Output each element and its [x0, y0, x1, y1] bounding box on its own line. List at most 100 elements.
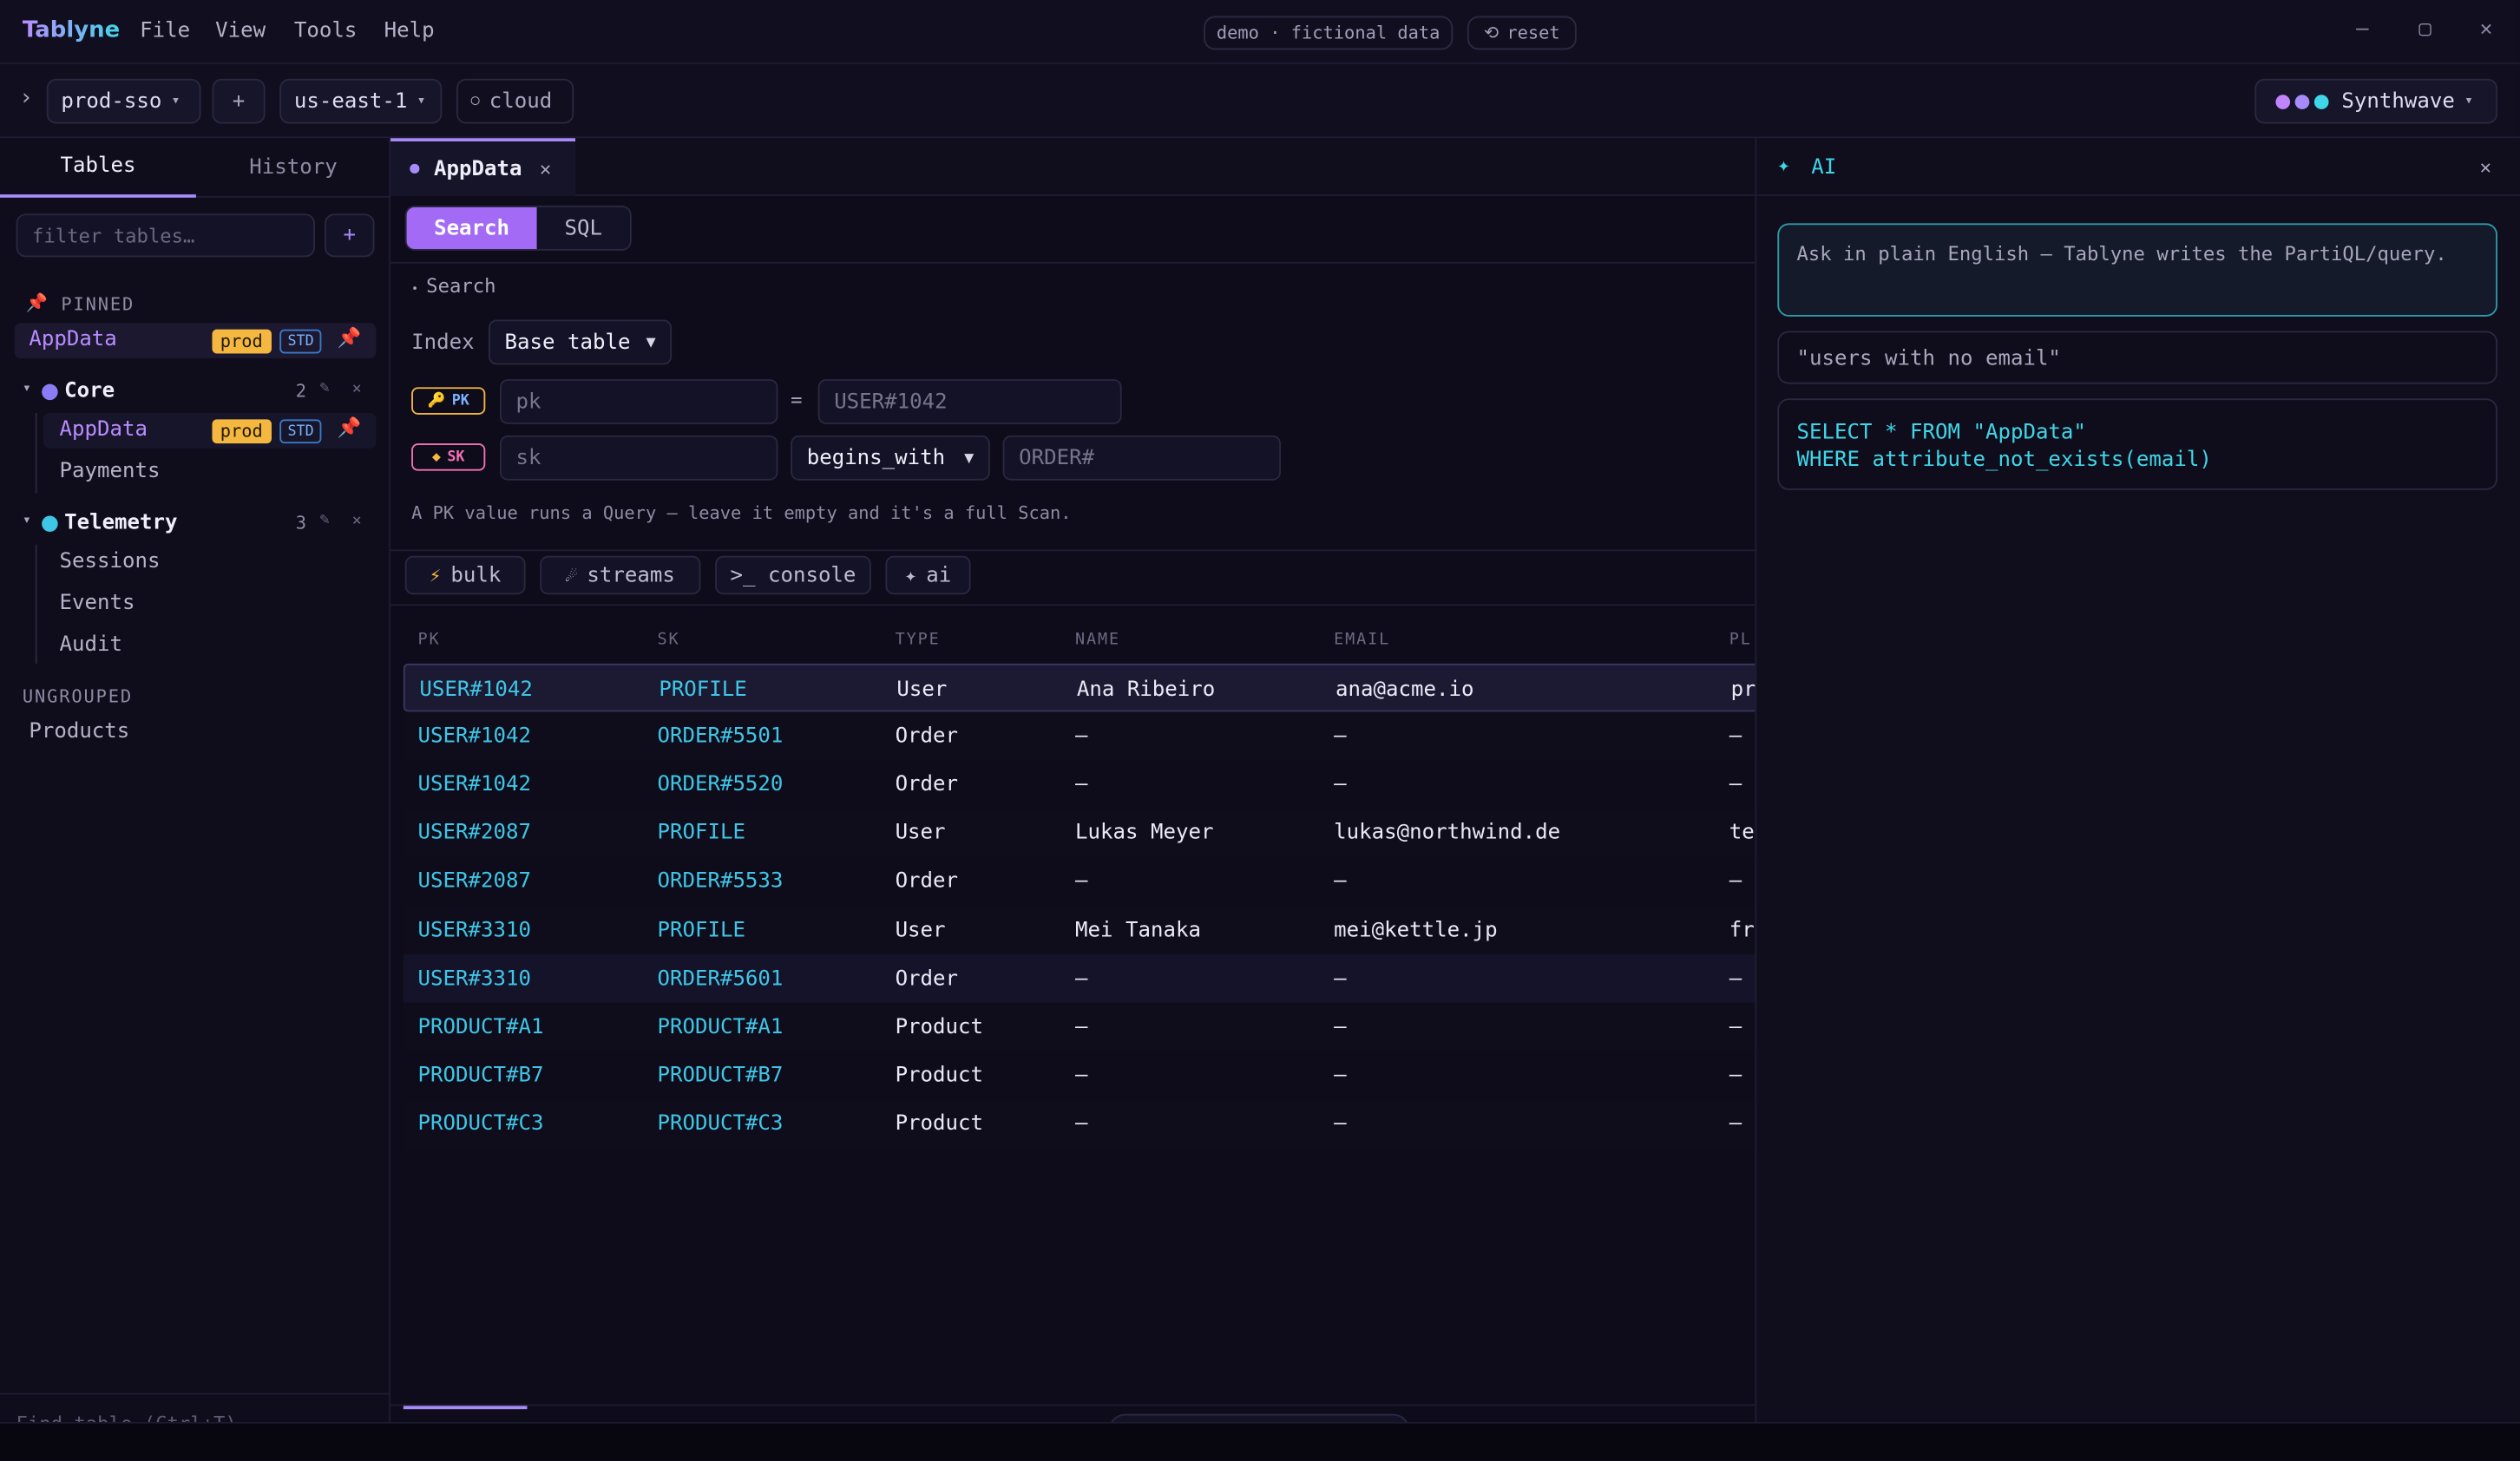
chevron-right-icon[interactable]: › — [19, 85, 33, 111]
tab-history[interactable]: History — [195, 138, 391, 198]
mode-search[interactable]: Search — [406, 206, 537, 250]
sidebar-item-products[interactable]: Products — [29, 720, 129, 744]
table-row[interactable]: USER#1042 PROFILE User Ana Ribeiro ana@acme.… — [403, 663, 1786, 712]
close-icon[interactable]: × — [352, 381, 362, 398]
cell-sk: ORDER#5601 — [657, 966, 784, 992]
cell-email: ana@acme.io — [1335, 677, 1474, 702]
reset-button[interactable]: ⟲ reset — [1467, 16, 1577, 50]
profile-select[interactable]: prod-sso ▾ — [46, 78, 201, 124]
table-row[interactable]: USER#1042 ORDER#5501 Order — — — — [403, 711, 1786, 761]
tab-appdata[interactable]: AppData ✕ — [390, 138, 576, 196]
desktop-bottom — [0, 1423, 2520, 1461]
add-table-button[interactable]: + — [325, 213, 375, 258]
sk-value-input[interactable]: ORDER# — [1002, 435, 1282, 481]
console-button[interactable]: >_ console — [715, 555, 871, 595]
caret-down-icon: ▾ — [22, 380, 31, 397]
cell-pk: USER#3310 — [417, 966, 531, 992]
col-header-pk[interactable]: PK — [418, 632, 441, 649]
menu-tools[interactable]: Tools — [294, 19, 357, 43]
close-window-icon[interactable]: ✕ — [2473, 17, 2499, 43]
menu-view[interactable]: View — [215, 19, 266, 43]
diamond-icon: ◆ — [431, 449, 441, 466]
cell-name: Mei Tanaka — [1074, 918, 1201, 943]
close-icon[interactable]: × — [352, 513, 362, 530]
query-hint: A PK value runs a Query — leave it empty… — [411, 502, 1072, 524]
table-row[interactable]: USER#2087 PROFILE User Lukas Meyer lukas@nor… — [403, 809, 1786, 858]
mode-sql[interactable]: SQL — [537, 207, 630, 249]
find-table-bar[interactable]: Find table (Ctrl+T) — [0, 1392, 391, 1422]
sidebar-item-payments[interactable]: Payments — [60, 460, 161, 484]
table-row[interactable]: USER#3310 ORDER#5601 Order — — — — [403, 954, 1786, 1003]
ai-label: ai — [926, 563, 952, 587]
sidebar-item-audit[interactable]: Audit — [60, 633, 122, 658]
sidebar-item-appdata[interactable]: AppData prod STD 📌 — [43, 412, 377, 449]
cell-type: Product — [895, 1015, 984, 1040]
table-row[interactable]: USER#1042 ORDER#5520 Order — — — — [404, 761, 1786, 809]
cell-type: Product — [895, 1112, 984, 1137]
sk-attribute-input[interactable]: sk — [499, 435, 778, 481]
col-header-type[interactable]: TYPE — [896, 632, 941, 649]
cell-sk: ORDER#5501 — [657, 724, 784, 749]
sidebar-item-events[interactable]: Events — [60, 592, 135, 616]
filter-tables-input[interactable]: filter tables… — [16, 213, 315, 258]
caret-down-icon: ▾ — [22, 512, 31, 529]
ai-generated-query[interactable]: SELECT * FROM "AppData" WHERE attribute_… — [1777, 398, 2498, 490]
close-tab-icon[interactable]: ✕ — [540, 157, 551, 180]
cell-name: — — [1074, 772, 1088, 797]
demo-badge: demo · fictional data — [1204, 16, 1454, 50]
col-header-pl[interactable]: PL — [1729, 632, 1752, 649]
table-row[interactable]: USER#3310 PROFILE User Mei Tanaka mei@kettle… — [403, 906, 1786, 955]
add-profile-button[interactable]: + — [212, 78, 266, 124]
region-select[interactable]: us-east-1 ▾ — [279, 78, 443, 124]
bulk-button[interactable]: ⚡ bulk — [404, 555, 526, 595]
footer-toolbar[interactable] — [1108, 1413, 1410, 1423]
pk-attribute-input[interactable]: pk — [499, 379, 778, 424]
index-select[interactable]: Base table ▼ — [489, 319, 673, 365]
cloud-label: cloud — [489, 88, 553, 114]
streams-button[interactable]: ☄ streams — [540, 555, 701, 595]
ai-button[interactable]: ✦ ai — [885, 555, 971, 595]
profile-label: prod-sso — [61, 88, 162, 114]
close-ai-icon[interactable]: ✕ — [2480, 156, 2491, 179]
sk-key-badge: ◆ SK — [411, 443, 486, 471]
menu-file[interactable]: File — [140, 19, 190, 43]
bulk-label: bulk — [450, 563, 502, 587]
menu-help[interactable]: Help — [384, 19, 435, 43]
cell-email: — — [1334, 1064, 1347, 1088]
cell-pl: pr — [1730, 677, 1756, 702]
theme-select[interactable]: Synthwave ▾ — [2254, 78, 2498, 124]
unpin-icon[interactable]: 📌 — [338, 326, 362, 349]
scroll-indicator[interactable] — [403, 1405, 528, 1410]
sk-operator-select[interactable]: begins_with ▼ — [791, 435, 990, 481]
col-header-sk[interactable]: SK — [657, 632, 679, 649]
theme-swatch-icon — [2275, 94, 2329, 109]
edit-icon[interactable]: ✎ — [320, 511, 330, 528]
pinned-item-appdata[interactable]: AppData prod STD 📌 — [14, 323, 377, 358]
col-header-name[interactable]: NAME — [1075, 632, 1120, 649]
query-line-2: WHERE attribute_not_exists(email) — [1796, 448, 2212, 473]
search-section-toggle[interactable]: • Search — [411, 275, 495, 298]
pk-value-input[interactable]: USER#1042 — [817, 379, 1122, 424]
tab-tables[interactable]: Tables — [0, 138, 196, 198]
table-row[interactable]: USER#2087 ORDER#5533 Order — — — — [404, 858, 1786, 907]
col-header-email[interactable]: EMAIL — [1334, 632, 1390, 649]
ai-prompt-input[interactable]: "users with no email" — [1777, 331, 2498, 384]
table-row[interactable]: PRODUCT#C3 PRODUCT#C3 Product — — — — [403, 1100, 1786, 1149]
edit-icon[interactable]: ✎ — [320, 379, 330, 396]
pin-icon[interactable]: 📌 — [338, 416, 362, 439]
group-core[interactable]: ▾ Core 2 ✎ × — [15, 376, 377, 408]
cell-sk: PROFILE — [657, 821, 745, 846]
table-row[interactable]: PRODUCT#B7 PRODUCT#B7 Product — — — — [404, 1052, 1786, 1100]
group-telemetry[interactable]: ▾ Telemetry 3 ✎ × — [15, 508, 377, 540]
query-line-1: SELECT * FROM "AppData" — [1796, 421, 2086, 446]
sidebar-item-sessions[interactable]: Sessions — [60, 549, 161, 573]
group-name: Core — [64, 379, 115, 403]
cell-pl: fr — [1729, 918, 1755, 943]
table-row[interactable]: PRODUCT#A1 PRODUCT#A1 Product — — — — [403, 1003, 1786, 1052]
maximize-icon[interactable]: ▢ — [2412, 17, 2438, 43]
divider — [390, 261, 1755, 264]
cloud-toggle[interactable]: ○ cloud — [456, 78, 574, 124]
minimize-icon[interactable]: – — [2350, 17, 2376, 43]
env-badge: prod — [212, 329, 272, 354]
group-count: 3 — [295, 512, 307, 534]
